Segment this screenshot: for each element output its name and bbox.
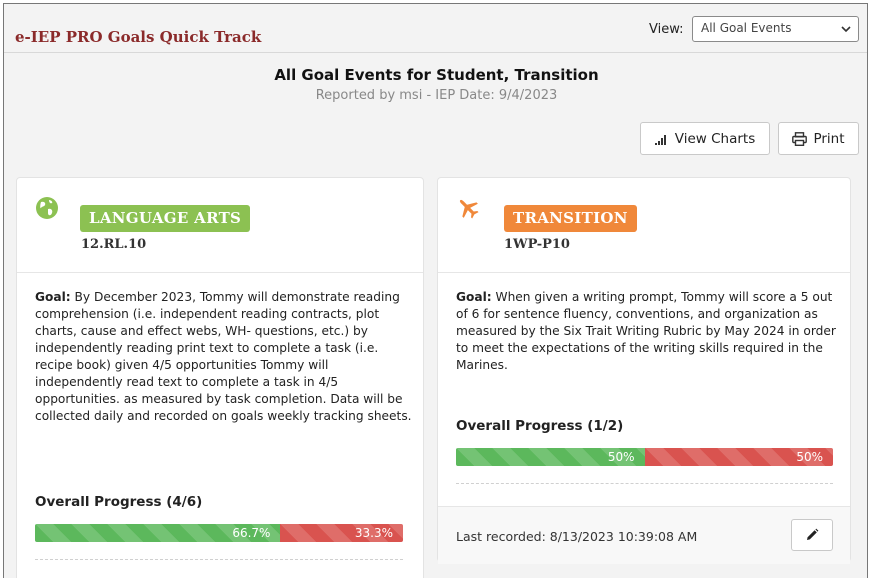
progress-not-met-text: 50% xyxy=(796,450,823,464)
goal-card-transition: TRANSITION 1WP-P10 Goal: When given a wr… xyxy=(437,177,851,564)
printer-icon xyxy=(792,131,808,146)
bar-chart-icon xyxy=(654,134,666,145)
goal-text: Goal: By December 2023, Tommy will demon… xyxy=(35,289,415,425)
chevron-down-icon xyxy=(841,26,851,33)
last-recorded: Last recorded: 8/13/2023 10:39:08 AM xyxy=(456,529,698,544)
progress-met-text: 50% xyxy=(607,450,635,464)
view-charts-label: View Charts xyxy=(674,130,756,147)
standard-code: 12.RL.10 xyxy=(81,237,147,252)
progress-met-segment: 50% xyxy=(456,448,645,466)
page-subtitle: Reported by msi - IEP Date: 9/4/2023 xyxy=(315,88,558,103)
subject-badge: TRANSITION xyxy=(504,205,637,232)
progress-not-met-text: 33.3% xyxy=(354,526,393,540)
pencil-icon xyxy=(807,528,819,540)
divider xyxy=(456,483,833,484)
card-footer: Last recorded: 8/13/2023 10:39:08 AM xyxy=(438,506,850,564)
goal-label: Goal: xyxy=(35,290,71,304)
edit-button[interactable] xyxy=(791,519,833,551)
progress-bar: 66.7% 33.3% xyxy=(35,524,403,542)
top-bar: e-IEP PRO Goals Quick Track View: All Go… xyxy=(4,4,867,53)
print-label: Print xyxy=(813,130,845,147)
plane-icon xyxy=(459,199,479,219)
progress-bar: 50% 50% xyxy=(456,448,833,466)
goal-description: When given a writing prompt, Tommy will … xyxy=(456,290,836,372)
app-title: e-IEP PRO Goals Quick Track xyxy=(15,28,262,46)
overall-progress-label: Overall Progress (1/2) xyxy=(456,418,624,434)
progress-not-met-segment: 33.3% xyxy=(280,524,403,542)
view-select-value: All Goal Events xyxy=(701,21,792,35)
view-label: View: xyxy=(649,22,684,37)
divider xyxy=(35,559,403,560)
goals-quick-track-panel: e-IEP PRO Goals Quick Track View: All Go… xyxy=(3,3,868,578)
goal-text: Goal: When given a writing prompt, Tommy… xyxy=(456,289,841,374)
subject-badge: LANGUAGE ARTS xyxy=(80,205,251,232)
progress-met-segment: 66.7% xyxy=(35,524,281,542)
progress-met-text: 66.7% xyxy=(232,526,271,540)
page-title: All Goal Events for Student, Transition xyxy=(274,66,599,84)
view-select[interactable]: All Goal Events xyxy=(692,16,859,42)
goal-description: By December 2023, Tommy will demonstrate… xyxy=(35,290,412,423)
print-button[interactable]: Print xyxy=(778,122,859,155)
overall-progress-label: Overall Progress (4/6) xyxy=(35,494,203,510)
view-charts-button[interactable]: View Charts xyxy=(640,122,770,155)
goal-label: Goal: xyxy=(456,290,492,304)
card-header: TRANSITION 1WP-P10 xyxy=(438,178,850,273)
globe-icon xyxy=(36,197,58,219)
progress-not-met-segment: 50% xyxy=(644,448,833,466)
standard-code: 1WP-P10 xyxy=(504,237,570,252)
card-header: LANGUAGE ARTS 12.RL.10 xyxy=(17,178,423,273)
goal-card-language-arts: LANGUAGE ARTS 12.RL.10 Goal: By December… xyxy=(16,177,424,578)
